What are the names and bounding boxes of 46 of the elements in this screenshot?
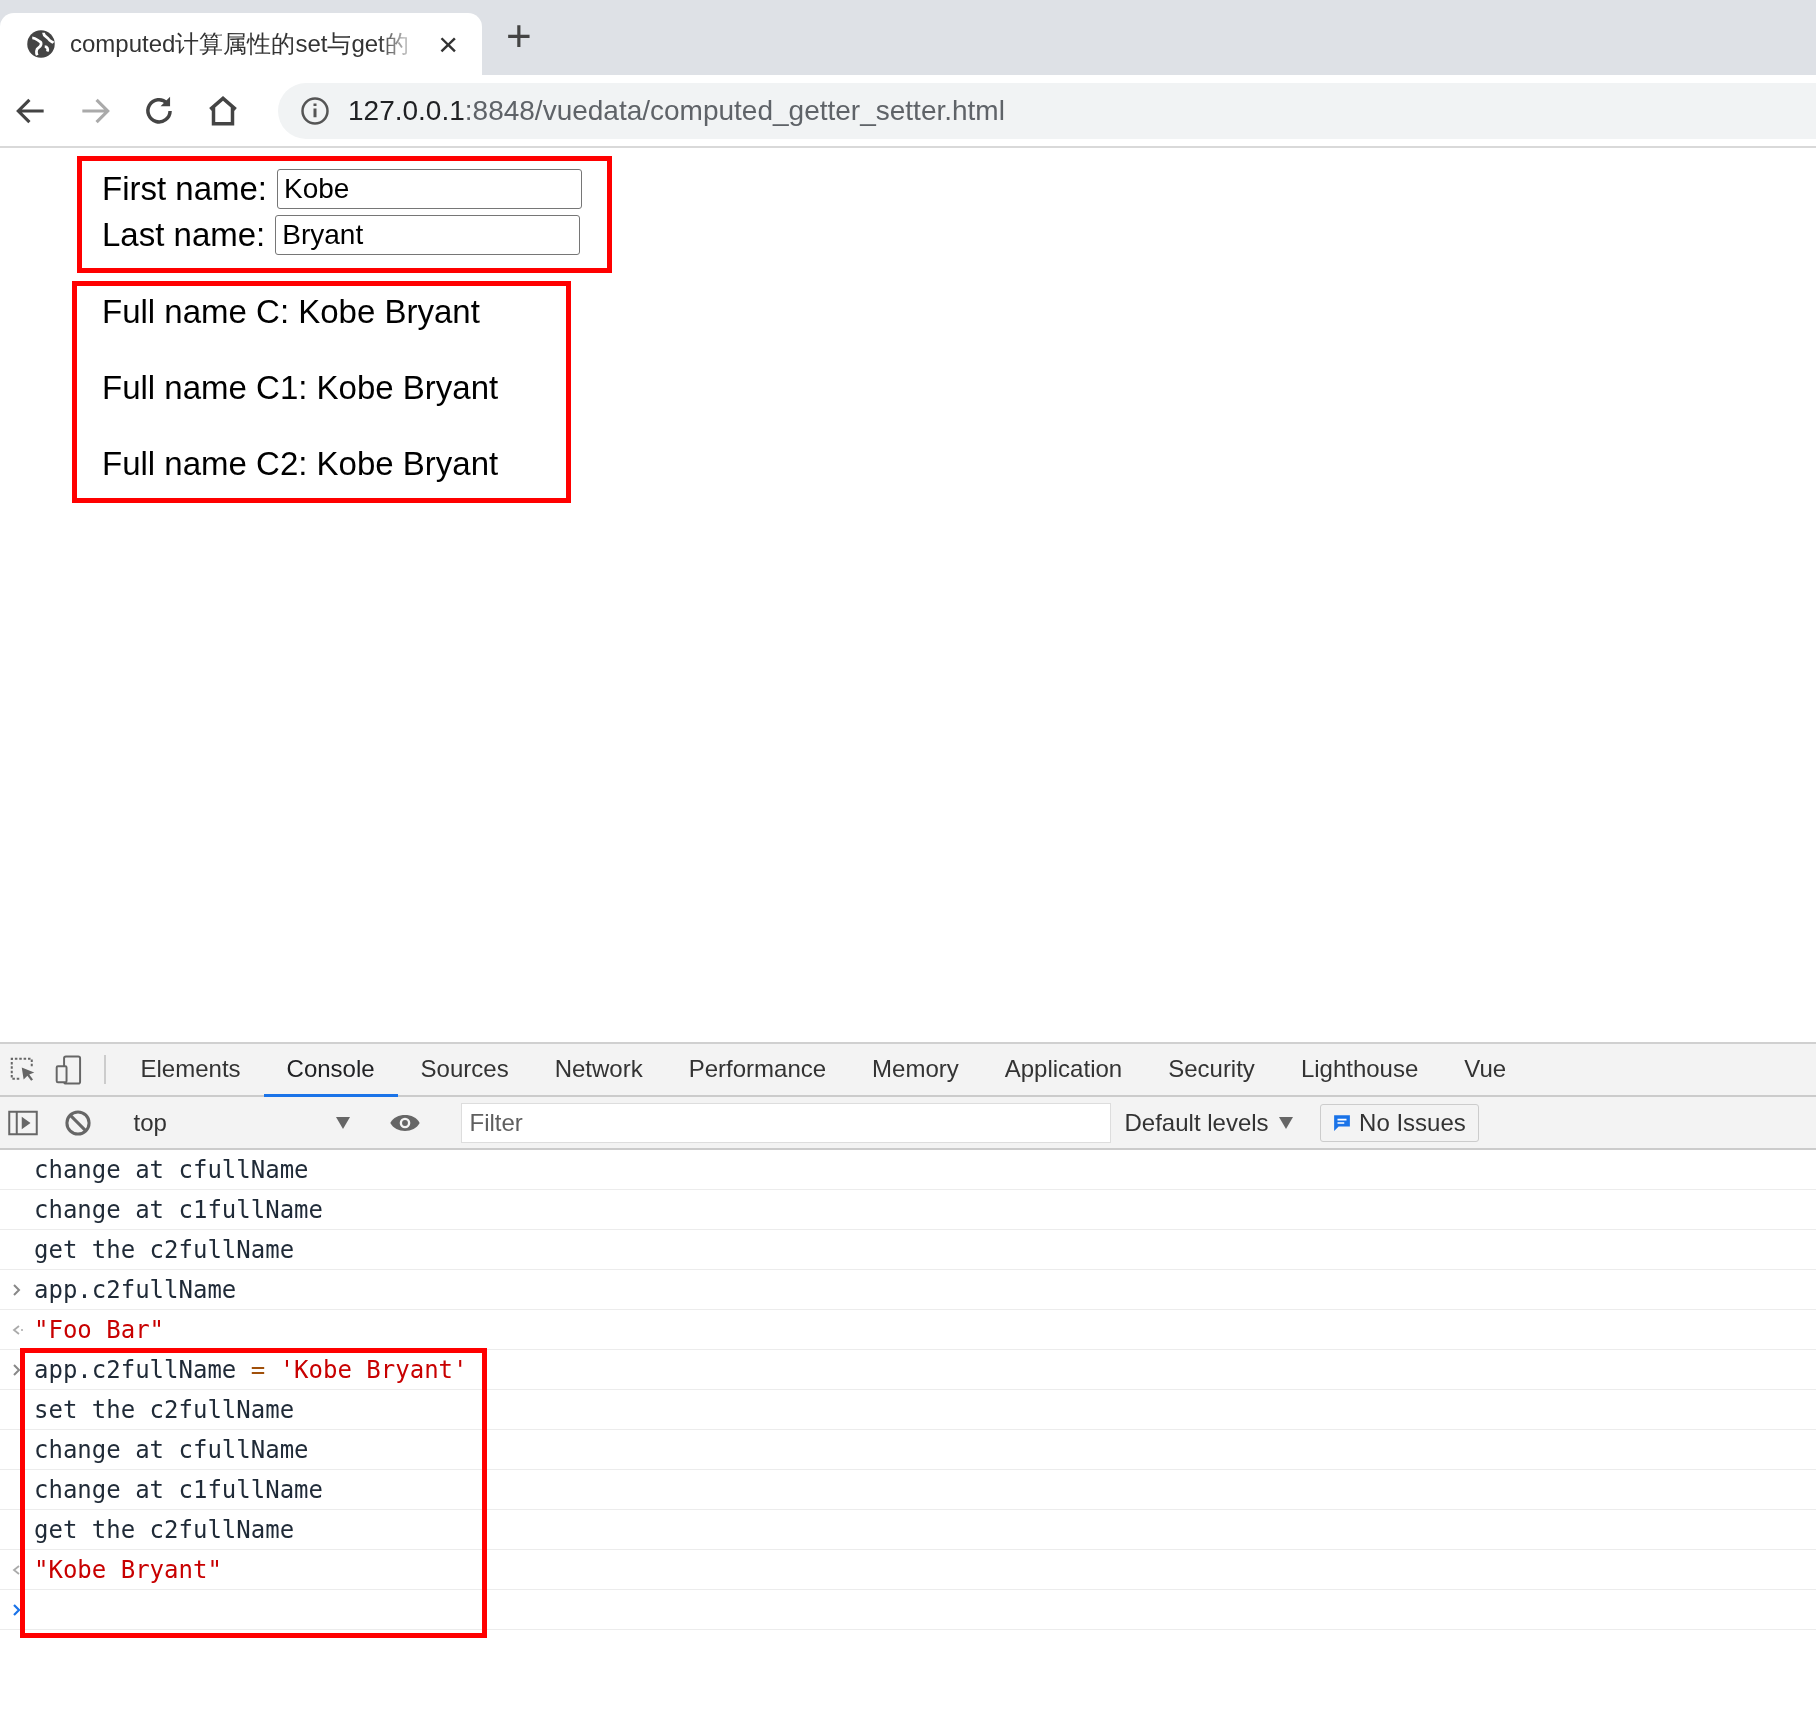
dropdown-arrow-icon: [335, 1116, 350, 1129]
clear-console-icon[interactable]: [64, 1108, 92, 1137]
devtools-tab[interactable]: Application: [981, 1044, 1146, 1097]
full-name-text: Full name C2: Kobe Bryant: [102, 444, 500, 484]
full-name-text: Full name C: Kobe Bryant: [102, 292, 481, 332]
console-message: get the c2fullName: [34, 1235, 295, 1264]
console-message: get the c2fullName: [34, 1515, 295, 1544]
field-label: First name:: [102, 170, 268, 208]
console-result: "Foo Bar": [34, 1315, 165, 1344]
full-name-text: Full name C1: Kobe Bryant: [102, 368, 500, 408]
dropdown-arrow-icon: [1278, 1116, 1293, 1129]
filter-field[interactable]: Filter: [460, 1102, 1111, 1143]
close-tab-button[interactable]: ×: [434, 27, 462, 61]
devtools-tab[interactable]: Network: [531, 1044, 666, 1097]
devtools-tab[interactable]: Vue: [1441, 1044, 1530, 1097]
text-input[interactable]: Bryant: [275, 215, 581, 255]
console-message: change at cfullName: [34, 1435, 309, 1464]
devtools-tab[interactable]: Lighthouse: [1277, 1044, 1442, 1097]
return-arrow-icon: [10, 1322, 24, 1337]
console-message: set the c2fullName: [34, 1395, 295, 1424]
url-text: 127.0.0.1:8848/vuedata/computed_getter_setter.html: [348, 94, 1005, 127]
new-tab-button[interactable]: +: [500, 12, 538, 59]
message-icon: [1333, 1113, 1352, 1132]
console-message: change at cfullName: [34, 1155, 309, 1184]
devtools-tab[interactable]: Performance: [665, 1044, 850, 1097]
console-message: change at c1fullName: [34, 1475, 323, 1504]
console-command: app.c2fullName: [34, 1275, 237, 1304]
address-bar[interactable]: 127.0.0.1:8848/vuedata/computed_getter_setter.html: [278, 82, 1816, 139]
browser-tab[interactable]: computed计算属性的set与get的 ×: [0, 13, 482, 75]
field-label: Last name:: [102, 216, 266, 254]
sidebar-toggle-icon[interactable]: [8, 1109, 38, 1136]
devtools-tab[interactable]: Security: [1145, 1044, 1278, 1097]
console-result: "Kobe Bryant": [34, 1555, 222, 1584]
context-dropdown[interactable]: top: [125, 1108, 356, 1137]
devtools-tab[interactable]: Elements: [117, 1044, 264, 1097]
device-toolbar-icon[interactable]: [54, 1053, 84, 1086]
text-input[interactable]: Kobe: [277, 169, 583, 209]
console-command: app.c2fullName = 'Kobe Bryant': [34, 1355, 468, 1384]
devtools-tab[interactable]: Memory: [849, 1044, 982, 1097]
globe-icon: [26, 29, 56, 59]
console-message: change at c1fullName: [34, 1195, 323, 1224]
levels-dropdown[interactable]: Default levels: [1110, 1108, 1307, 1137]
info-icon[interactable]: [300, 95, 330, 126]
devtools-tab[interactable]: Sources: [397, 1044, 532, 1097]
issues-button[interactable]: No Issues: [1320, 1103, 1479, 1142]
tab-title: computed计算属性的set与get的: [70, 29, 410, 59]
